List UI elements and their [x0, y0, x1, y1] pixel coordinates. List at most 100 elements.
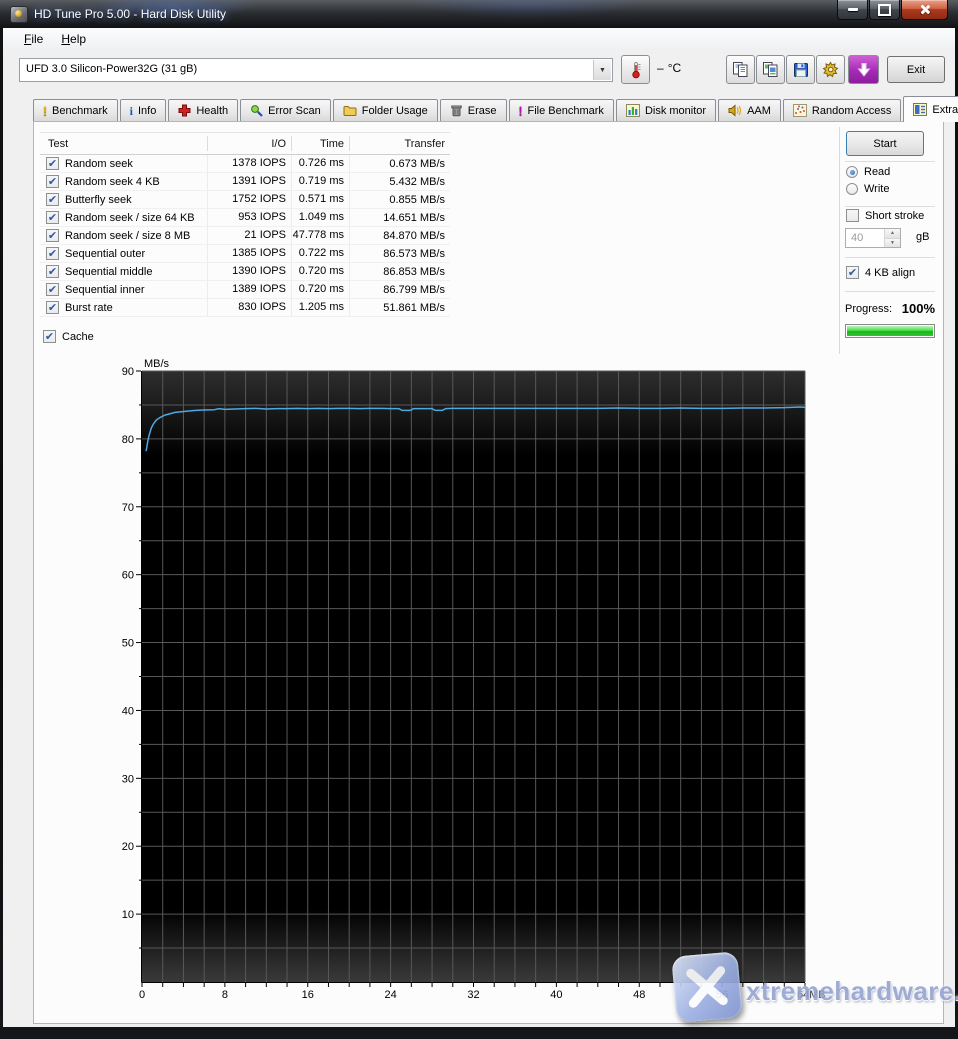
spinner[interactable]: ▲ ▼ [884, 229, 900, 247]
tab-label: AAM [747, 105, 771, 117]
tab-benchmark[interactable]: ! Benchmark [33, 99, 118, 121]
checkmark-icon: ✔ [48, 249, 57, 259]
read-option[interactable]: Read [846, 166, 890, 178]
write-option[interactable]: Write [846, 183, 889, 195]
row-checkbox[interactable]: ✔ [46, 175, 59, 188]
extra-tests-page: Test I/O Time Transfer ✔Random seek 1378… [33, 121, 944, 1024]
short-stroke-checkbox[interactable] [846, 209, 859, 222]
transfer-value: 84.870 MB/s [350, 230, 450, 242]
checkmark-icon: ✔ [48, 231, 57, 241]
tab-label: Info [138, 105, 156, 117]
results-table: Test I/O Time Transfer ✔Random seek 1378… [40, 132, 450, 317]
cache-option[interactable]: ✔ Cache [43, 330, 94, 343]
table-row: ✔Random seek 4 KB 1391 IOPS 0.719 ms 5.4… [40, 173, 450, 191]
menu-help[interactable]: Help [52, 29, 95, 49]
drive-selector[interactable]: UFD 3.0 Silicon-Power32G (31 gB) ▼ [19, 58, 613, 82]
test-name: Random seek [65, 158, 133, 170]
table-row: ✔Sequential outer 1385 IOPS 0.722 ms 86.… [40, 245, 450, 263]
tab-folder-usage[interactable]: Folder Usage [333, 99, 438, 121]
separator [845, 161, 935, 162]
row-checkbox[interactable]: ✔ [46, 193, 59, 206]
chart-canvas: 0816243240485664MB908070605040302010MB/s [94, 354, 854, 1009]
write-radio[interactable] [846, 183, 858, 195]
table-row: ✔Sequential middle 1390 IOPS 0.720 ms 86… [40, 263, 450, 281]
align-option[interactable]: ✔ 4 KB align [846, 266, 915, 279]
test-name: Sequential inner [65, 284, 145, 296]
align-checkbox[interactable]: ✔ [846, 266, 859, 279]
header-io: I/O [208, 136, 292, 151]
spinner-up-icon[interactable]: ▲ [885, 229, 900, 239]
tab-error-scan[interactable]: Error Scan [240, 99, 331, 121]
svg-text:48: 48 [633, 989, 645, 1001]
random-access-icon [793, 104, 807, 117]
temperature-button[interactable] [621, 55, 650, 84]
svg-text:80: 80 [122, 434, 134, 446]
short-stroke-option[interactable]: Short stroke [846, 209, 924, 222]
io-value: 830 IOPS [208, 299, 292, 316]
table-row: ✔Random seek 1378 IOPS 0.726 ms 0.673 MB… [40, 155, 450, 173]
table-row: ✔Butterfly seek 1752 IOPS 0.571 ms 0.855… [40, 191, 450, 209]
speaker-icon [728, 104, 742, 117]
tab-label: File Benchmark [528, 105, 604, 117]
row-checkbox[interactable]: ✔ [46, 283, 59, 296]
separator [845, 257, 935, 258]
save-button[interactable] [786, 55, 815, 84]
svg-text:30: 30 [122, 773, 134, 785]
minimize-button[interactable] [837, 0, 868, 20]
row-checkbox[interactable]: ✔ [46, 229, 59, 242]
exit-button[interactable]: Exit [887, 56, 945, 83]
error-scan-icon [250, 104, 263, 117]
cache-checkbox[interactable]: ✔ [43, 330, 56, 343]
svg-text:MB/s: MB/s [144, 358, 170, 370]
io-value: 1391 IOPS [208, 173, 292, 190]
short-stroke-size-input[interactable]: 40 ▲ ▼ [845, 228, 901, 248]
row-checkbox[interactable]: ✔ [46, 301, 59, 314]
tab-label: Error Scan [268, 105, 321, 117]
row-checkbox[interactable]: ✔ [46, 265, 59, 278]
cache-label: Cache [62, 331, 94, 343]
gear-icon [822, 61, 839, 78]
row-checkbox[interactable]: ✔ [46, 211, 59, 224]
svg-text:8: 8 [222, 989, 228, 1001]
test-name: Sequential outer [65, 248, 145, 260]
test-name: Burst rate [65, 302, 113, 314]
spinner-down-icon[interactable]: ▼ [885, 239, 900, 248]
menu-file[interactable]: File [15, 29, 52, 49]
transfer-value: 0.855 MB/s [350, 194, 450, 206]
copy-image-button[interactable] [756, 55, 785, 84]
menubar: File Help [3, 28, 955, 50]
panel-divider [839, 127, 840, 354]
update-button[interactable] [848, 55, 879, 84]
checkmark-icon: ✔ [48, 195, 57, 205]
tab-disk-monitor[interactable]: Disk monitor [616, 99, 716, 121]
copy-image-icon [762, 61, 779, 78]
maximize-button[interactable] [869, 0, 900, 20]
chevron-down-icon[interactable]: ▼ [593, 60, 611, 80]
row-checkbox[interactable]: ✔ [46, 157, 59, 170]
checkmark-icon: ✔ [45, 332, 54, 342]
copy-text-button[interactable] [726, 55, 755, 84]
tab-erase[interactable]: Erase [440, 99, 507, 121]
tab-file-benchmark[interactable]: ! File Benchmark [509, 99, 614, 121]
svg-text:20: 20 [122, 841, 134, 853]
tab-label: Extra tests [932, 104, 958, 116]
tab-extra-tests[interactable]: Extra tests [903, 96, 958, 122]
tab-info[interactable]: i Info [120, 99, 167, 121]
start-button[interactable]: Start [846, 131, 924, 156]
transfer-value: 14.651 MB/s [350, 212, 450, 224]
options-button[interactable] [816, 55, 845, 84]
save-icon [793, 62, 809, 78]
close-button[interactable] [901, 0, 948, 20]
temperature-value: – [657, 61, 664, 75]
read-label: Read [864, 166, 890, 178]
tab-aam[interactable]: AAM [718, 99, 781, 121]
read-radio[interactable] [846, 166, 858, 178]
transfer-value: 86.853 MB/s [350, 266, 450, 278]
tab-label: Health [196, 105, 228, 117]
tab-health[interactable]: Health [168, 99, 238, 121]
file-benchmark-icon: ! [519, 105, 523, 117]
titlebar: HD Tune Pro 5.00 - Hard Disk Utility [0, 0, 958, 28]
row-checkbox[interactable]: ✔ [46, 247, 59, 260]
tab-random-access[interactable]: Random Access [783, 99, 901, 121]
checkmark-icon: ✔ [848, 268, 857, 278]
